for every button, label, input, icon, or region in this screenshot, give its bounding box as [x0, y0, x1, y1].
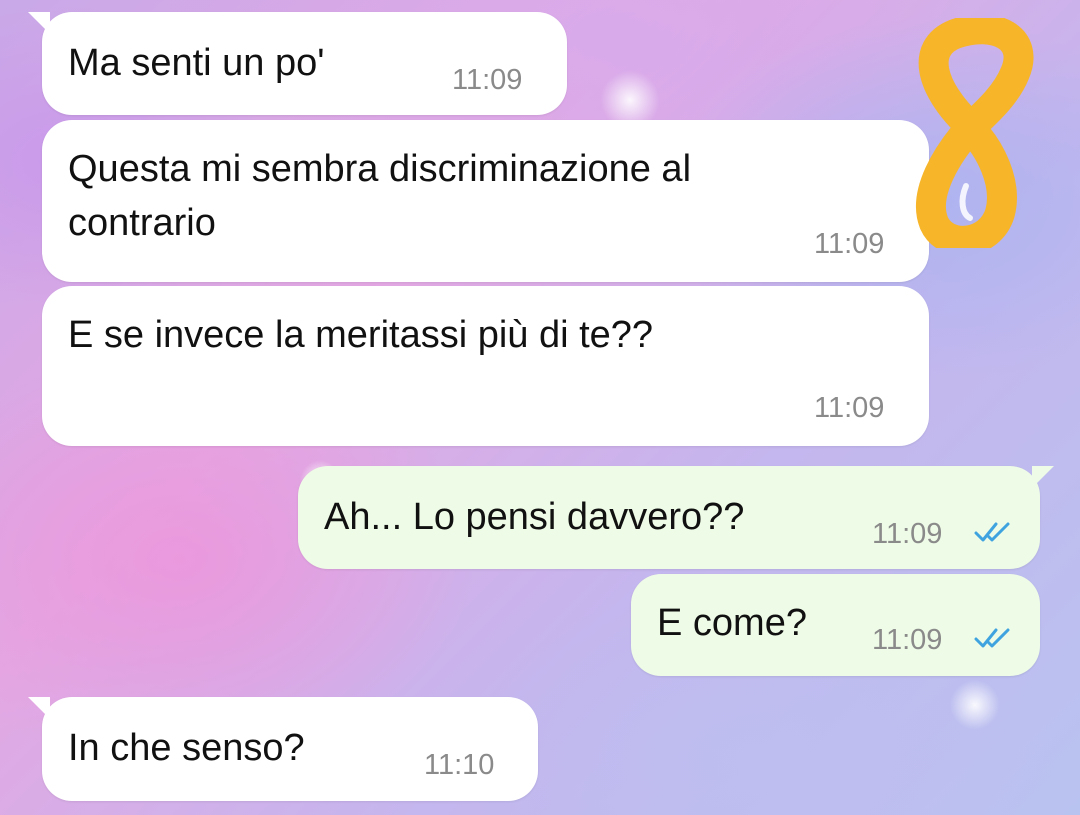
double-check-read-icon [974, 522, 1010, 542]
incoming-message-bubble[interactable]: Ma senti un po' 11:09 [28, 12, 567, 115]
message-text: In che senso? [68, 727, 305, 769]
outgoing-message-bubble[interactable]: Ah... Lo pensi davvero?? 11:09 [298, 466, 1054, 569]
bubble-tail [28, 12, 50, 34]
outgoing-message-bubble[interactable]: E come? 11:09 [631, 574, 1040, 676]
bubble-tail [1032, 466, 1054, 488]
message-timestamp: 11:10 [424, 749, 495, 781]
double-check-read-icon [974, 628, 1010, 648]
bubble-tail [28, 697, 50, 719]
message-text: E come? [657, 602, 807, 644]
message-text: Ah... Lo pensi davvero?? [324, 496, 745, 538]
incoming-message-bubble[interactable]: In che senso? 11:10 [28, 697, 538, 801]
message-timestamp: 11:09 [452, 64, 523, 96]
message-text: E se invece la meritassi più di te?? [68, 314, 654, 356]
incoming-message-bubble[interactable]: Questa mi sembra discriminazione al cont… [42, 120, 929, 282]
message-timestamp: 11:09 [872, 518, 943, 550]
message-timestamp: 11:09 [814, 392, 885, 424]
background-sparkle [950, 680, 1000, 730]
message-timestamp: 11:09 [814, 228, 885, 260]
message-text: Ma senti un po' [68, 42, 325, 84]
incoming-message-bubble[interactable]: E se invece la meritassi più di te?? 11:… [42, 286, 929, 446]
message-timestamp: 11:09 [872, 624, 943, 656]
handwritten-number-8-icon [916, 18, 1034, 248]
message-text: Questa mi sembra discriminazione al cont… [68, 148, 692, 244]
